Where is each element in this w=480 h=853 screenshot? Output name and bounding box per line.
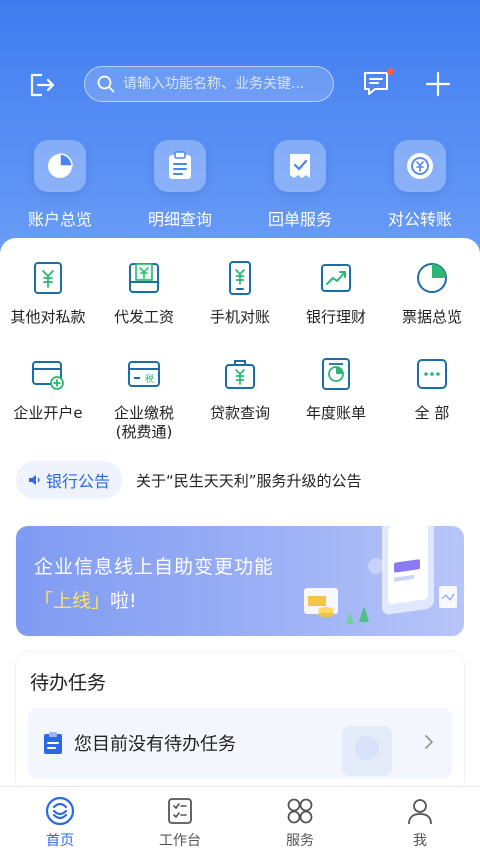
todo-empty-text: 您目前没有待办任务 (74, 734, 236, 755)
todo-title: 待办任务 (30, 672, 107, 694)
more-icon (417, 359, 447, 389)
main-panel: 其他对私款 代发工资 手机对账 银行理财 票据总览 企业开户e 税 企业缴税 (… (0, 238, 480, 792)
speaker-icon (29, 475, 40, 485)
grid-label: 贷款查询 (209, 404, 270, 422)
currency-exchange-icon (394, 140, 446, 192)
clipboard-icon (44, 732, 62, 754)
grid-item-bill-overview[interactable]: 票据总览 (384, 260, 480, 356)
tax-card-icon: 税 (128, 361, 160, 387)
tab-label: 我 (413, 833, 427, 849)
hero-header: 账户总览 明细查询 回单服务 对公转账 (0, 0, 480, 270)
grid-label: 企业缴税 (税费通) (113, 404, 174, 441)
bank-notice[interactable]: 银行公告 关于“民生天天利”服务升级的公告 (16, 460, 464, 500)
yuan-card-icon (34, 262, 62, 294)
grid-item-all[interactable]: 全 部 (384, 356, 480, 452)
grid-item-other-private-payment[interactable]: 其他对私款 (0, 260, 96, 356)
grid-label: 代发工资 (113, 308, 174, 326)
grid-label: 银行理财 (305, 308, 366, 326)
banner-illustration (304, 526, 457, 624)
grid-item-enterprise-account-open[interactable]: 企业开户e (0, 356, 96, 452)
grid-label: 年度账单 (305, 404, 366, 422)
notice-badge: 银行公告 (16, 461, 123, 499)
tab-label: 首页 (46, 833, 74, 849)
mobile-yuan-icon (229, 261, 251, 295)
tab-services[interactable]: 服务 (240, 787, 360, 853)
todo-empty-row[interactable]: 您目前没有待办任务 (28, 708, 452, 778)
grid-label: 企业开户e (13, 404, 83, 422)
grid-item-enterprise-tax[interactable]: 税 企业缴税 (税费通) (96, 356, 192, 452)
todo-section: 待办任务 您目前没有待办任务 (16, 652, 464, 792)
promo-banner[interactable]: 企业信息线上自助变更功能 「上线」啦! (16, 526, 464, 636)
grid-item-bank-wealth[interactable]: 银行理财 (288, 260, 384, 356)
grid-item-annual-bill[interactable]: 年度账单 (288, 356, 384, 452)
workbench-icon (168, 798, 192, 824)
profile-icon (408, 799, 432, 825)
clipboard-list-icon (154, 140, 206, 192)
message-button[interactable] (362, 68, 394, 98)
quick-receipt-service[interactable]: 回单服务 (240, 140, 360, 230)
plus-icon[interactable] (424, 70, 452, 98)
banner-subtitle: 「上线」啦! (34, 586, 137, 613)
grid-label: 其他对私款 (10, 308, 86, 326)
tab-home[interactable]: 首页 (0, 787, 120, 853)
function-grid: 其他对私款 代发工资 手机对账 银行理财 票据总览 企业开户e 税 企业缴税 (… (0, 260, 480, 452)
grid-item-loan-query[interactable]: 贷款查询 (192, 356, 288, 452)
quick-label: 明细查询 (147, 210, 212, 229)
quick-actions: 账户总览 明细查询 回单服务 对公转账 (0, 140, 480, 230)
banner-title: 企业信息线上自助变更功能 (34, 556, 275, 578)
search-icon (97, 75, 115, 93)
trend-chart-icon (321, 264, 351, 292)
salary-icon (129, 263, 159, 293)
grid-label: 手机对账 (209, 308, 270, 326)
account-open-icon (32, 361, 64, 390)
todo-watermark (342, 726, 392, 776)
tab-label: 工作台 (159, 833, 201, 849)
bottom-tab-bar: 首页 工作台 服务 我 (0, 786, 480, 853)
notice-text[interactable]: 关于“民生天天利”服务升级的公告 (136, 470, 362, 491)
notice-badge-label: 银行公告 (46, 472, 111, 491)
unread-dot (387, 68, 394, 75)
annual-bill-icon (322, 358, 350, 390)
chevron-right-icon (425, 735, 433, 749)
home-logo-icon (45, 796, 75, 826)
quick-detail-query[interactable]: 明细查询 (120, 140, 240, 230)
tab-workbench[interactable]: 工作台 (120, 787, 240, 853)
tab-label: 服务 (286, 833, 314, 849)
loan-bag-icon (225, 360, 255, 389)
banner-highlight: 「上线」 (34, 590, 111, 612)
search-bar[interactable] (84, 66, 334, 102)
pie-slice-icon (417, 263, 447, 293)
quick-label: 对公转账 (387, 210, 452, 229)
quick-label: 回单服务 (267, 210, 332, 229)
quick-account-overview[interactable]: 账户总览 (0, 140, 120, 230)
receipt-check-icon (274, 140, 326, 192)
grid-label: 全 部 (414, 404, 450, 422)
grid-label: 票据总览 (401, 308, 462, 326)
top-bar (0, 62, 480, 106)
grid-item-mobile-reconciliation[interactable]: 手机对账 (192, 260, 288, 356)
services-icon (287, 798, 313, 824)
svg-text:税: 税 (145, 373, 154, 385)
banner-sub-rest: 啦! (110, 590, 137, 612)
quick-label: 账户总览 (27, 210, 92, 229)
pie-chart-icon (34, 140, 86, 192)
quick-corporate-transfer[interactable]: 对公转账 (360, 140, 480, 230)
tab-profile[interactable]: 我 (360, 787, 480, 853)
logout-icon[interactable] (26, 70, 56, 100)
search-input[interactable] (123, 76, 323, 92)
grid-item-payroll[interactable]: 代发工资 (96, 260, 192, 356)
